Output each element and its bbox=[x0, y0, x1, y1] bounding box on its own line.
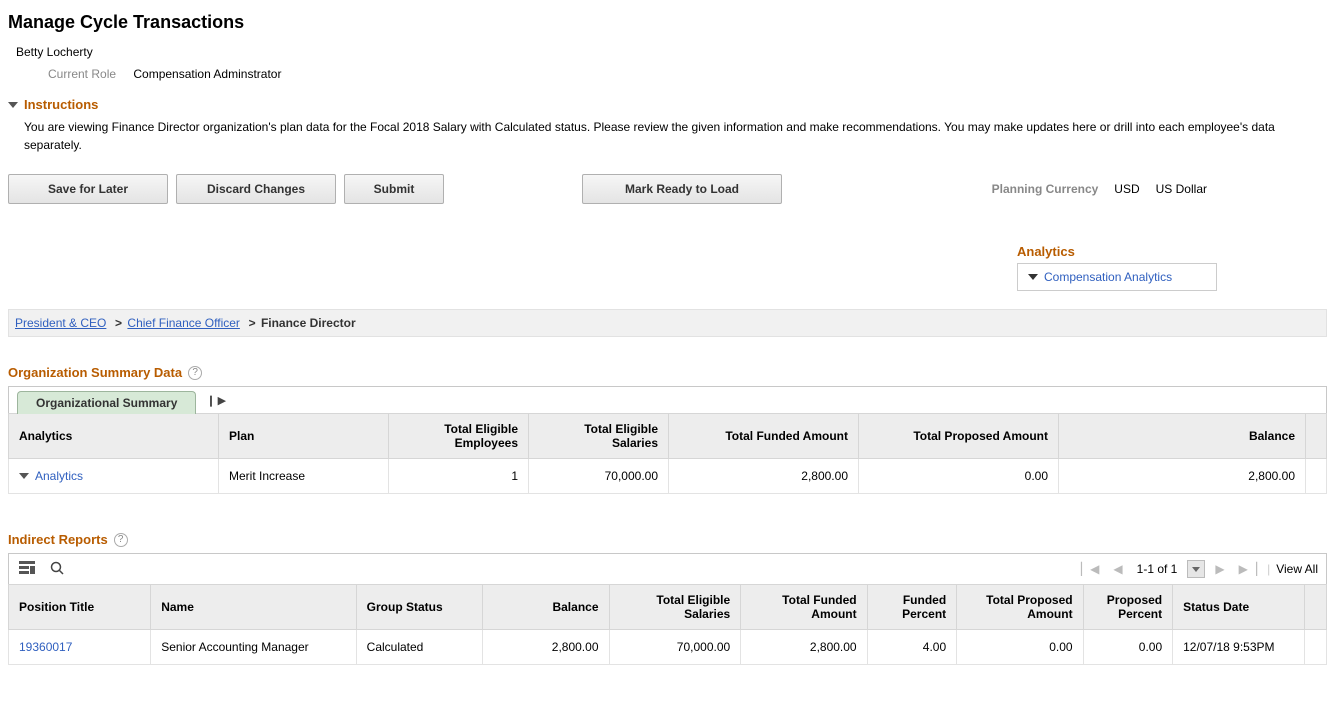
col-salaries[interactable]: Total Eligible Salaries bbox=[529, 414, 669, 459]
chevron-down-icon bbox=[1028, 274, 1038, 280]
cell-status-date: 12/07/18 9:53PM bbox=[1173, 630, 1305, 665]
help-icon[interactable]: ? bbox=[188, 366, 202, 380]
col-status-date[interactable]: Status Date bbox=[1173, 585, 1305, 630]
last-page-icon[interactable]: ▶▕ bbox=[1235, 562, 1261, 576]
breadcrumb-separator: > bbox=[245, 316, 255, 330]
instructions-heading-text: Instructions bbox=[24, 97, 98, 112]
cell-plan: Merit Increase bbox=[219, 459, 389, 494]
instructions-text: You are viewing Finance Director organiz… bbox=[24, 118, 1304, 154]
cell-name: Senior Accounting Manager bbox=[151, 630, 356, 665]
col-name[interactable]: Name bbox=[151, 585, 356, 630]
col-group-status[interactable]: Group Status bbox=[356, 585, 482, 630]
indirect-reports-table: Position Title Name Group Status Balance… bbox=[8, 584, 1327, 665]
role-value: Compensation Adminstrator bbox=[133, 67, 281, 81]
cell-balance: 2,800.00 bbox=[1059, 459, 1306, 494]
cell-ppct: 0.00 bbox=[1083, 630, 1173, 665]
col-employees[interactable]: Total Eligible Employees bbox=[389, 414, 529, 459]
indirect-reports-heading-text: Indirect Reports bbox=[8, 532, 108, 547]
page-range-dropdown[interactable] bbox=[1187, 560, 1205, 578]
first-page-icon[interactable]: ▏◀ bbox=[1077, 562, 1103, 576]
role-label: Current Role bbox=[48, 67, 116, 81]
breadcrumb-link-cfo[interactable]: Chief Finance Officer bbox=[127, 316, 240, 330]
planning-currency-label: Planning Currency bbox=[992, 182, 1099, 196]
save-for-later-button[interactable]: Save for Later bbox=[8, 174, 168, 204]
search-icon[interactable] bbox=[47, 561, 67, 578]
grid-toolbar: ▏◀ ◀ 1-1 of 1 ▶ ▶▕ | View All bbox=[8, 553, 1327, 584]
col-analytics[interactable]: Analytics bbox=[9, 414, 219, 459]
view-all-link[interactable]: View All bbox=[1276, 562, 1318, 576]
cell-proposed: 0.00 bbox=[859, 459, 1059, 494]
discard-changes-button[interactable]: Discard Changes bbox=[176, 174, 336, 204]
mark-ready-button[interactable]: Mark Ready to Load bbox=[582, 174, 782, 204]
user-name: Betty Locherty bbox=[16, 45, 1327, 59]
compensation-analytics-link-text: Compensation Analytics bbox=[1044, 270, 1172, 284]
cell-proposed: 0.00 bbox=[957, 630, 1083, 665]
col-tes[interactable]: Total Eligible Salaries bbox=[609, 585, 741, 630]
analytics-row-link-text: Analytics bbox=[35, 469, 83, 483]
breadcrumb-separator: > bbox=[112, 316, 122, 330]
cell-status: Calculated bbox=[356, 630, 482, 665]
org-summary-table: Analytics Plan Total Eligible Employees … bbox=[8, 413, 1327, 494]
next-page-icon[interactable]: ▶ bbox=[1211, 562, 1228, 576]
col-proposed[interactable]: Total Proposed Amount bbox=[859, 414, 1059, 459]
cell-salaries: 70,000.00 bbox=[529, 459, 669, 494]
cell-employees: 1 bbox=[389, 459, 529, 494]
breadcrumb-link-president-ceo[interactable]: President & CEO bbox=[15, 316, 106, 330]
org-summary-heading-text: Organization Summary Data bbox=[8, 365, 182, 380]
currency-name: US Dollar bbox=[1156, 182, 1207, 196]
cell-salaries: 70,000.00 bbox=[609, 630, 741, 665]
currency-code: USD bbox=[1114, 182, 1139, 196]
analytics-row-link[interactable]: Analytics bbox=[19, 469, 208, 483]
breadcrumb-current: Finance Director bbox=[261, 316, 356, 330]
col-fpct[interactable]: Funded Percent bbox=[867, 585, 957, 630]
breadcrumb: President & CEO > Chief Finance Officer … bbox=[8, 309, 1327, 337]
col-tfa[interactable]: Total Funded Amount bbox=[741, 585, 867, 630]
col-ppct[interactable]: Proposed Percent bbox=[1083, 585, 1173, 630]
position-link[interactable]: 19360017 bbox=[19, 640, 72, 654]
analytics-heading-text: Analytics bbox=[1017, 244, 1075, 259]
tab-organizational-summary[interactable]: Organizational Summary bbox=[17, 391, 196, 414]
compensation-analytics-dropdown[interactable]: Compensation Analytics bbox=[1017, 263, 1217, 291]
table-row: 19360017 Senior Accounting Manager Calcu… bbox=[9, 630, 1327, 665]
page-range: 1-1 of 1 bbox=[1133, 560, 1182, 578]
help-icon[interactable]: ? bbox=[114, 533, 128, 547]
analytics-heading: Analytics bbox=[1017, 244, 1217, 259]
col-spacer bbox=[1304, 585, 1326, 630]
cell-balance: 2,800.00 bbox=[483, 630, 609, 665]
col-tpa[interactable]: Total Proposed Amount bbox=[957, 585, 1083, 630]
org-summary-heading: Organization Summary Data ? bbox=[8, 365, 1327, 380]
submit-button[interactable]: Submit bbox=[344, 174, 444, 204]
col-balance[interactable]: Balance bbox=[1059, 414, 1306, 459]
cell-funded: 2,800.00 bbox=[741, 630, 867, 665]
table-row: Analytics Merit Increase 1 70,000.00 2,8… bbox=[9, 459, 1327, 494]
instructions-header[interactable]: Instructions bbox=[8, 97, 1327, 112]
chevron-down-icon bbox=[8, 102, 18, 108]
col-funded[interactable]: Total Funded Amount bbox=[669, 414, 859, 459]
page-title: Manage Cycle Transactions bbox=[8, 12, 1327, 33]
col-spacer bbox=[1306, 414, 1327, 459]
chevron-down-icon bbox=[19, 473, 29, 479]
indirect-reports-heading: Indirect Reports ? bbox=[8, 532, 1327, 547]
grid-settings-icon[interactable] bbox=[17, 561, 37, 578]
col-balance[interactable]: Balance bbox=[483, 585, 609, 630]
pager: ▏◀ ◀ 1-1 of 1 ▶ ▶▕ | View All bbox=[1077, 560, 1318, 578]
cell-fpct: 4.00 bbox=[867, 630, 957, 665]
col-plan[interactable]: Plan bbox=[219, 414, 389, 459]
col-position[interactable]: Position Title bbox=[9, 585, 151, 630]
cell-funded: 2,800.00 bbox=[669, 459, 859, 494]
show-more-tabs-icon[interactable]: ❙▶ bbox=[206, 394, 226, 407]
prev-page-icon[interactable]: ◀ bbox=[1109, 562, 1126, 576]
